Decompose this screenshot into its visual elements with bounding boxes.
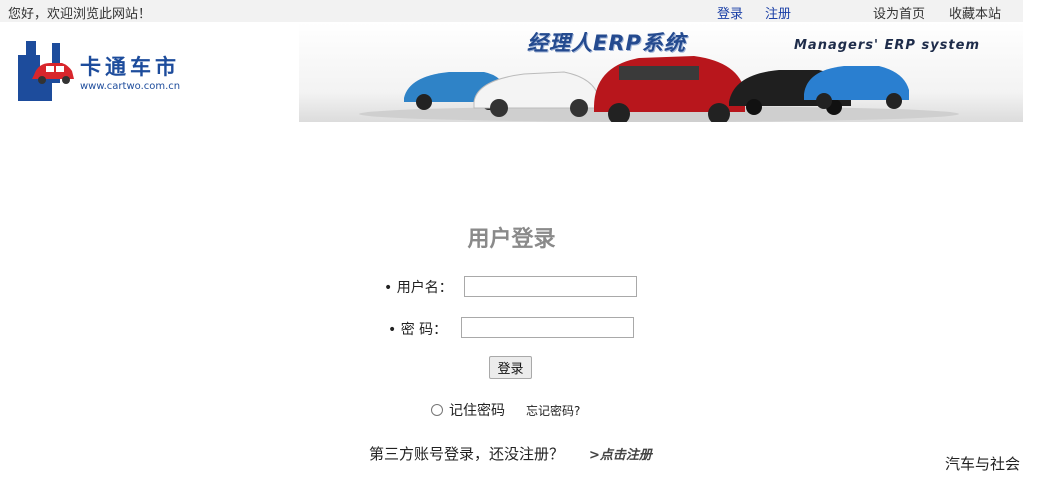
remember-password[interactable]: 记住密码 xyxy=(431,400,505,420)
top-register-link[interactable]: 注册 xyxy=(765,3,791,22)
password-label: • 密 码： xyxy=(388,322,448,338)
username-input[interactable] xyxy=(464,276,637,297)
set-homepage-link[interactable]: 设为首页 xyxy=(873,3,925,22)
remember-password-label: 记住密码 xyxy=(449,403,505,419)
click-register-link[interactable]: >点击注册 xyxy=(589,444,652,463)
login-button[interactable]: 登录 xyxy=(489,356,532,379)
banner-title: 经理人ERP系统 xyxy=(527,31,686,55)
top-login-link[interactable]: 登录 xyxy=(717,3,743,22)
remember-password-radio[interactable] xyxy=(431,404,443,416)
login-title: 用户登录 xyxy=(467,226,556,252)
password-input[interactable] xyxy=(461,317,634,338)
third-party-login-text: 第三方账号登录，还没注册？ xyxy=(369,445,565,463)
logo-url: www.cartwo.com.cn xyxy=(80,81,181,92)
welcome-text: 您好，欢迎浏览此网站！ xyxy=(8,7,152,22)
add-favorite-link[interactable]: 收藏本站 xyxy=(949,3,1001,22)
site-logo[interactable]: 卡通车市 www.cartwo.com.cn xyxy=(0,35,200,105)
username-label: • 用户名： xyxy=(384,280,453,296)
header-banner: 经理人ERP系统 Managers' ERP system xyxy=(299,22,1023,122)
top-bar: 您好，欢迎浏览此网站！ 登录 注册 设为首页 收藏本站 xyxy=(0,0,1023,22)
logo-name: 卡通车市 xyxy=(80,55,180,79)
footer-link-car-society[interactable]: 汽车与社会 xyxy=(945,453,1020,474)
forgot-password-link[interactable]: 忘记密码? xyxy=(526,402,580,419)
car-logo-icon xyxy=(18,41,74,101)
banner-subtitle: Managers' ERP system xyxy=(794,38,980,53)
